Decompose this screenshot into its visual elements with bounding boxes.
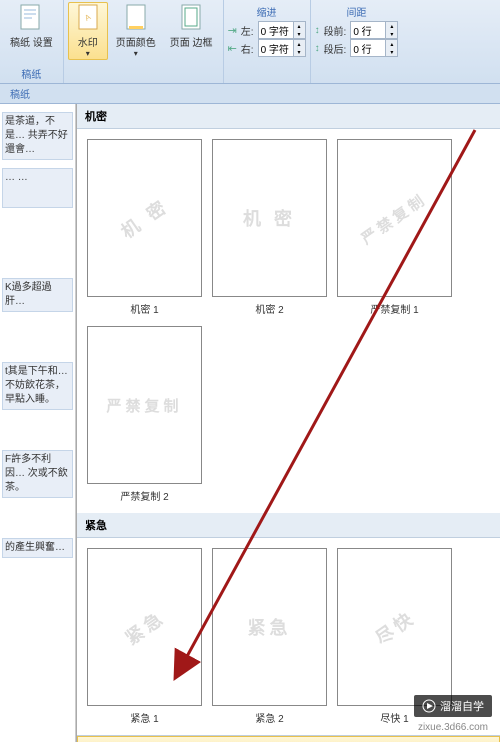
custom-watermark-menu-item[interactable]: 自定义水印(W)... bbox=[77, 736, 500, 742]
page-border-button[interactable]: 页面 边框 bbox=[164, 2, 219, 60]
doc-snippet: F許多不利因… 次或不飲茶。 bbox=[2, 450, 73, 498]
watermark-gallery: 机密 机 密 机密 1 机 密 机密 2 严禁复制 严禁复制 1 严禁复制 严禁… bbox=[76, 104, 500, 742]
gallery-section-jinji: 紧急 bbox=[77, 513, 500, 538]
page-color-label: 页面颜色 bbox=[116, 34, 156, 49]
page-border-label: 页面 边框 bbox=[170, 34, 213, 49]
spacing-after-label: 段后: bbox=[324, 41, 347, 56]
wm-preview: 严禁复制 bbox=[106, 395, 182, 416]
watermark-icon: A bbox=[74, 4, 102, 32]
group-label-indent: 缩进 bbox=[228, 2, 306, 21]
spacing-before-label: 段前: bbox=[324, 23, 347, 38]
gallery-caption: 严禁复制 2 bbox=[120, 488, 168, 503]
gallery-item-jimi1[interactable]: 机 密 机密 1 bbox=[87, 139, 202, 316]
indent-left-icon: ⇥ bbox=[228, 24, 237, 37]
gallery-item-jinji2[interactable]: 紧急 紧急 2 bbox=[212, 548, 327, 725]
wm-preview: 紧急 bbox=[119, 604, 170, 651]
chevron-down-icon: ▾ bbox=[134, 49, 138, 58]
watermark-button[interactable]: A 水印 ▾ bbox=[68, 2, 108, 60]
spin-down[interactable]: ▾ bbox=[385, 48, 397, 56]
spin-down[interactable]: ▾ bbox=[293, 30, 305, 38]
gallery-caption: 紧急 2 bbox=[255, 710, 283, 725]
spacing-before-icon: ↕ bbox=[315, 25, 320, 36]
brand-watermark: 溜溜自学 bbox=[414, 695, 492, 717]
wm-preview: 紧急 bbox=[248, 614, 292, 640]
page-border-icon bbox=[177, 4, 205, 32]
brand-name: 溜溜自学 bbox=[440, 698, 484, 714]
doc-snippet: … … bbox=[2, 168, 73, 208]
spin-down[interactable]: ▾ bbox=[293, 48, 305, 56]
play-icon bbox=[422, 699, 436, 713]
gallery-caption: 尽快 1 bbox=[380, 710, 408, 725]
tab-gaozhi[interactable]: 稿纸 bbox=[10, 86, 30, 101]
gallery-caption: 严禁复制 1 bbox=[370, 301, 418, 316]
brand-url: zixue.3d66.com bbox=[414, 721, 492, 734]
spacing-after-icon: ↕ bbox=[315, 43, 320, 54]
indent-left-label: 左: bbox=[241, 23, 254, 38]
doc-snippet: 的產生興奮… bbox=[2, 538, 73, 558]
doc-snippet: 是茶道，不是… 共弄不好還會… bbox=[2, 112, 73, 160]
gallery-caption: 机密 1 bbox=[130, 301, 158, 316]
chevron-down-icon: ▾ bbox=[86, 49, 90, 58]
gaozhi-settings-button[interactable]: 稿纸 设置 bbox=[4, 2, 59, 51]
spin-down[interactable]: ▾ bbox=[385, 30, 397, 38]
gallery-caption: 机密 2 bbox=[255, 301, 283, 316]
spin-up[interactable]: ▴ bbox=[385, 22, 397, 30]
document-area: 是茶道，不是… 共弄不好還會… … … K過多超過肝… t其是下午和… 不妨飲花… bbox=[0, 104, 76, 742]
spin-up[interactable]: ▴ bbox=[385, 40, 397, 48]
document-icon bbox=[17, 4, 45, 32]
gallery-item-jimi2[interactable]: 机 密 机密 2 bbox=[212, 139, 327, 316]
doc-snippet: K過多超過肝… bbox=[2, 278, 73, 312]
gallery-section-jimi: 机密 bbox=[77, 104, 500, 129]
group-label-spacing: 间距 bbox=[315, 2, 399, 21]
watermark-label: 水印 bbox=[78, 34, 98, 49]
wm-preview: 严禁复制 bbox=[357, 188, 431, 249]
indent-right-label: 右: bbox=[241, 41, 254, 56]
gallery-caption: 紧急 1 bbox=[130, 710, 158, 725]
spin-up[interactable]: ▴ bbox=[293, 22, 305, 30]
wm-preview: 尽快 bbox=[369, 604, 420, 651]
wm-preview: 机 密 bbox=[243, 205, 296, 231]
group-label-gaozhi: 稿纸 bbox=[4, 64, 59, 81]
page-color-button[interactable]: 页面颜色 ▾ bbox=[110, 2, 162, 60]
gallery-item-yanjin1[interactable]: 严禁复制 严禁复制 1 bbox=[337, 139, 452, 316]
gallery-item-yanjin2[interactable]: 严禁复制 严禁复制 2 bbox=[87, 326, 202, 503]
doc-snippet: t其是下午和… 不妨飲花茶， 早點入睡。 bbox=[2, 362, 73, 410]
wm-preview: 机 密 bbox=[115, 192, 173, 244]
gallery-item-jinji1[interactable]: 紧急 紧急 1 bbox=[87, 548, 202, 725]
page-color-icon bbox=[122, 4, 150, 32]
gaozhi-label: 稿纸 设置 bbox=[10, 34, 53, 49]
spin-up[interactable]: ▴ bbox=[293, 40, 305, 48]
indent-right-icon: ⇤ bbox=[228, 42, 237, 55]
